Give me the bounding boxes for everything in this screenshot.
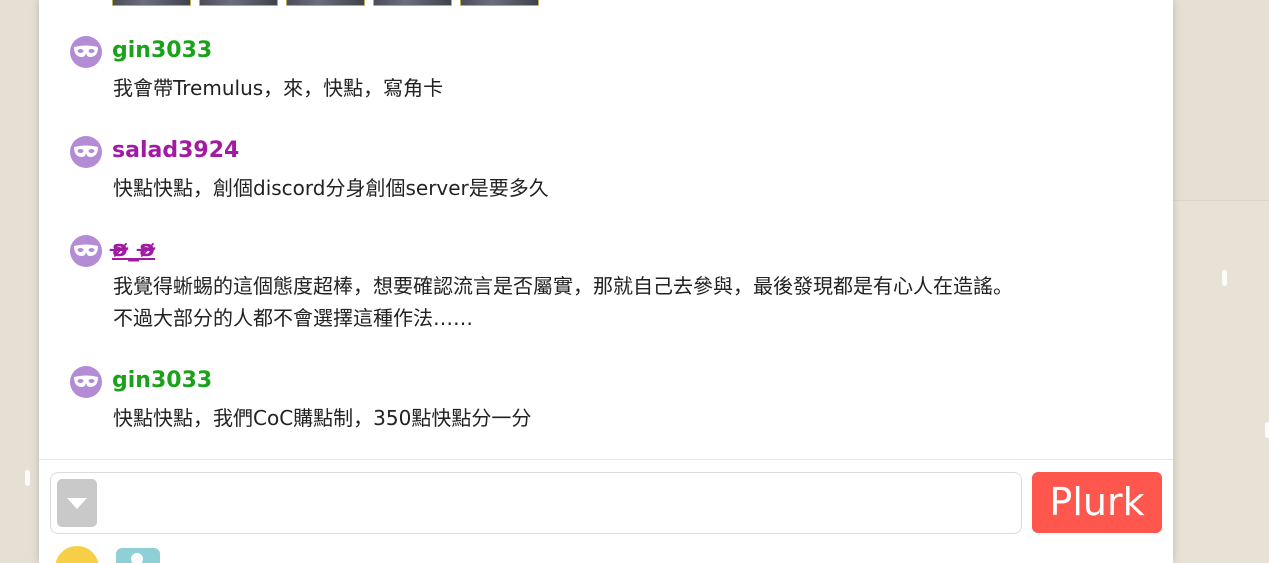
anonymous-mask-icon[interactable] bbox=[70, 36, 102, 68]
response-text: 快點快點，創個discord分身創個server是要多久 bbox=[113, 176, 549, 200]
response-username[interactable]: salad3924 bbox=[112, 136, 239, 166]
response-text: 快點快點，我們CoC購點制，350點快點分一分 bbox=[113, 406, 532, 430]
response-text-line: 我覺得蜥蜴的這個態度超棒，想要確認流言是否屬實，那就自己去參與，最後發現都是有心… bbox=[113, 274, 1013, 298]
image-thumbnail-row bbox=[112, 0, 539, 6]
response-text-line: 不過大部分的人都不會選擇這種作法…… bbox=[113, 306, 473, 330]
background-decoration bbox=[1222, 270, 1227, 286]
anonymous-mask-icon[interactable] bbox=[70, 136, 102, 168]
response-text: 我會帶Tremulus，來，快點，寫角卡 bbox=[113, 76, 444, 100]
chevron-down-icon bbox=[67, 498, 87, 509]
image-thumbnail[interactable] bbox=[286, 0, 365, 6]
image-thumbnail[interactable] bbox=[460, 0, 539, 6]
response-input[interactable] bbox=[50, 472, 1022, 534]
composer-divider bbox=[39, 459, 1173, 460]
anonymous-mask-icon[interactable] bbox=[70, 235, 102, 267]
plurk-page: gin3033 我會帶Tremulus，來，快點，寫角卡 salad3924 快… bbox=[0, 0, 1269, 563]
anonymous-mask-icon[interactable] bbox=[70, 366, 102, 398]
plurk-submit-button[interactable]: Plurk bbox=[1032, 472, 1162, 533]
image-thumbnail[interactable] bbox=[373, 0, 452, 6]
response-text: 我覺得蜥蜴的這個態度超棒，想要確認流言是否屬實，那就自己去參與，最後發現都是有心… bbox=[113, 270, 1143, 334]
response-username[interactable]: gin3033 bbox=[112, 36, 212, 66]
response-username[interactable]: ʚ̴̶̷̷_ʚ̴̶̷̷ bbox=[112, 235, 155, 265]
image-thumbnail[interactable] bbox=[199, 0, 278, 6]
background-decoration bbox=[25, 470, 30, 486]
background-band bbox=[1173, 200, 1269, 563]
response-username[interactable]: gin3033 bbox=[112, 366, 212, 396]
image-thumbnail[interactable] bbox=[112, 0, 191, 6]
background-decoration bbox=[1265, 422, 1269, 438]
qualifier-dropdown-button[interactable] bbox=[57, 479, 97, 527]
image-upload-icon[interactable] bbox=[116, 548, 160, 563]
image-upload-icon-glyph bbox=[131, 553, 143, 563]
